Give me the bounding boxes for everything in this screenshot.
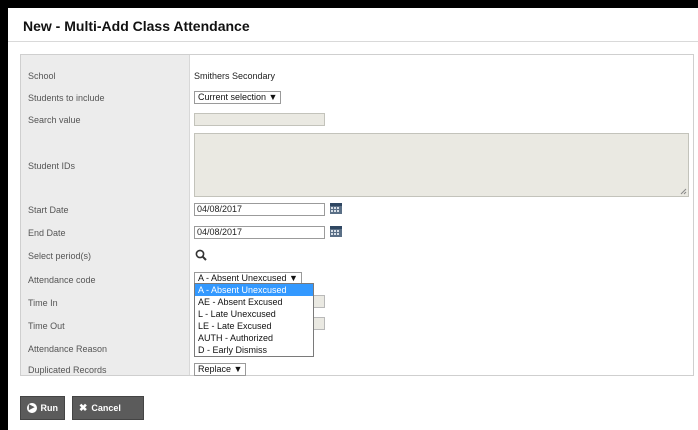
attendance-code-option[interactable]: L - Late Unexcused	[195, 308, 313, 320]
label-students-to-include: Students to include	[28, 93, 105, 103]
dialog-title: New - Multi-Add Class Attendance	[8, 8, 698, 42]
school-value: Smithers Secondary	[194, 71, 276, 81]
run-label: Run	[40, 403, 59, 413]
run-button[interactable]: ▶ Run	[20, 396, 65, 420]
search-icon[interactable]	[195, 249, 207, 261]
cancel-label: Cancel	[91, 403, 121, 413]
label-select-periods: Select period(s)	[28, 251, 92, 261]
button-bar: ▶ Run ✖ Cancel	[8, 376, 698, 430]
attendance-code-option[interactable]: AUTH - Authorized	[195, 332, 313, 344]
label-start-date: Start Date	[28, 205, 69, 215]
cancel-button[interactable]: ✖ Cancel	[72, 396, 144, 420]
play-icon: ▶	[27, 403, 37, 413]
label-school: School	[28, 71, 56, 81]
attendance-form: School Smithers Secondary Students to in…	[20, 54, 694, 376]
label-time-in: Time In	[28, 298, 58, 308]
attendance-code-dropdown: A - Absent Unexcused AE - Absent Excused…	[194, 283, 314, 357]
label-end-date: End Date	[28, 228, 66, 238]
label-search-value: Search value	[28, 115, 81, 125]
start-date-input[interactable]: 04/08/2017	[194, 203, 325, 216]
label-duplicated-records: Duplicated Records	[28, 365, 107, 375]
search-value-input[interactable]	[194, 113, 325, 126]
calendar-icon[interactable]	[330, 226, 342, 237]
label-attendance-code: Attendance code	[28, 275, 96, 285]
calendar-icon[interactable]	[330, 203, 342, 214]
attendance-code-option[interactable]: LE - Late Excused	[195, 320, 313, 332]
end-date-input[interactable]: 04/08/2017	[194, 226, 325, 239]
students-to-include-select[interactable]: Current selection ▼	[194, 91, 282, 104]
resize-grip-icon[interactable]	[680, 188, 687, 195]
attendance-code-option[interactable]: A - Absent Unexcused	[195, 284, 313, 296]
attendance-code-option[interactable]: D - Early Dismiss	[195, 344, 313, 356]
dialog: New - Multi-Add Class Attendance School …	[8, 8, 698, 430]
attendance-code-option[interactable]: AE - Absent Excused	[195, 296, 313, 308]
label-student-ids: Student IDs	[28, 161, 76, 171]
label-attendance-reason: Attendance Reason	[28, 344, 108, 354]
student-ids-textarea[interactable]	[194, 133, 689, 197]
duplicated-records-select[interactable]: Replace ▼	[194, 363, 247, 376]
close-icon: ✖	[79, 402, 88, 414]
label-time-out: Time Out	[28, 321, 65, 331]
